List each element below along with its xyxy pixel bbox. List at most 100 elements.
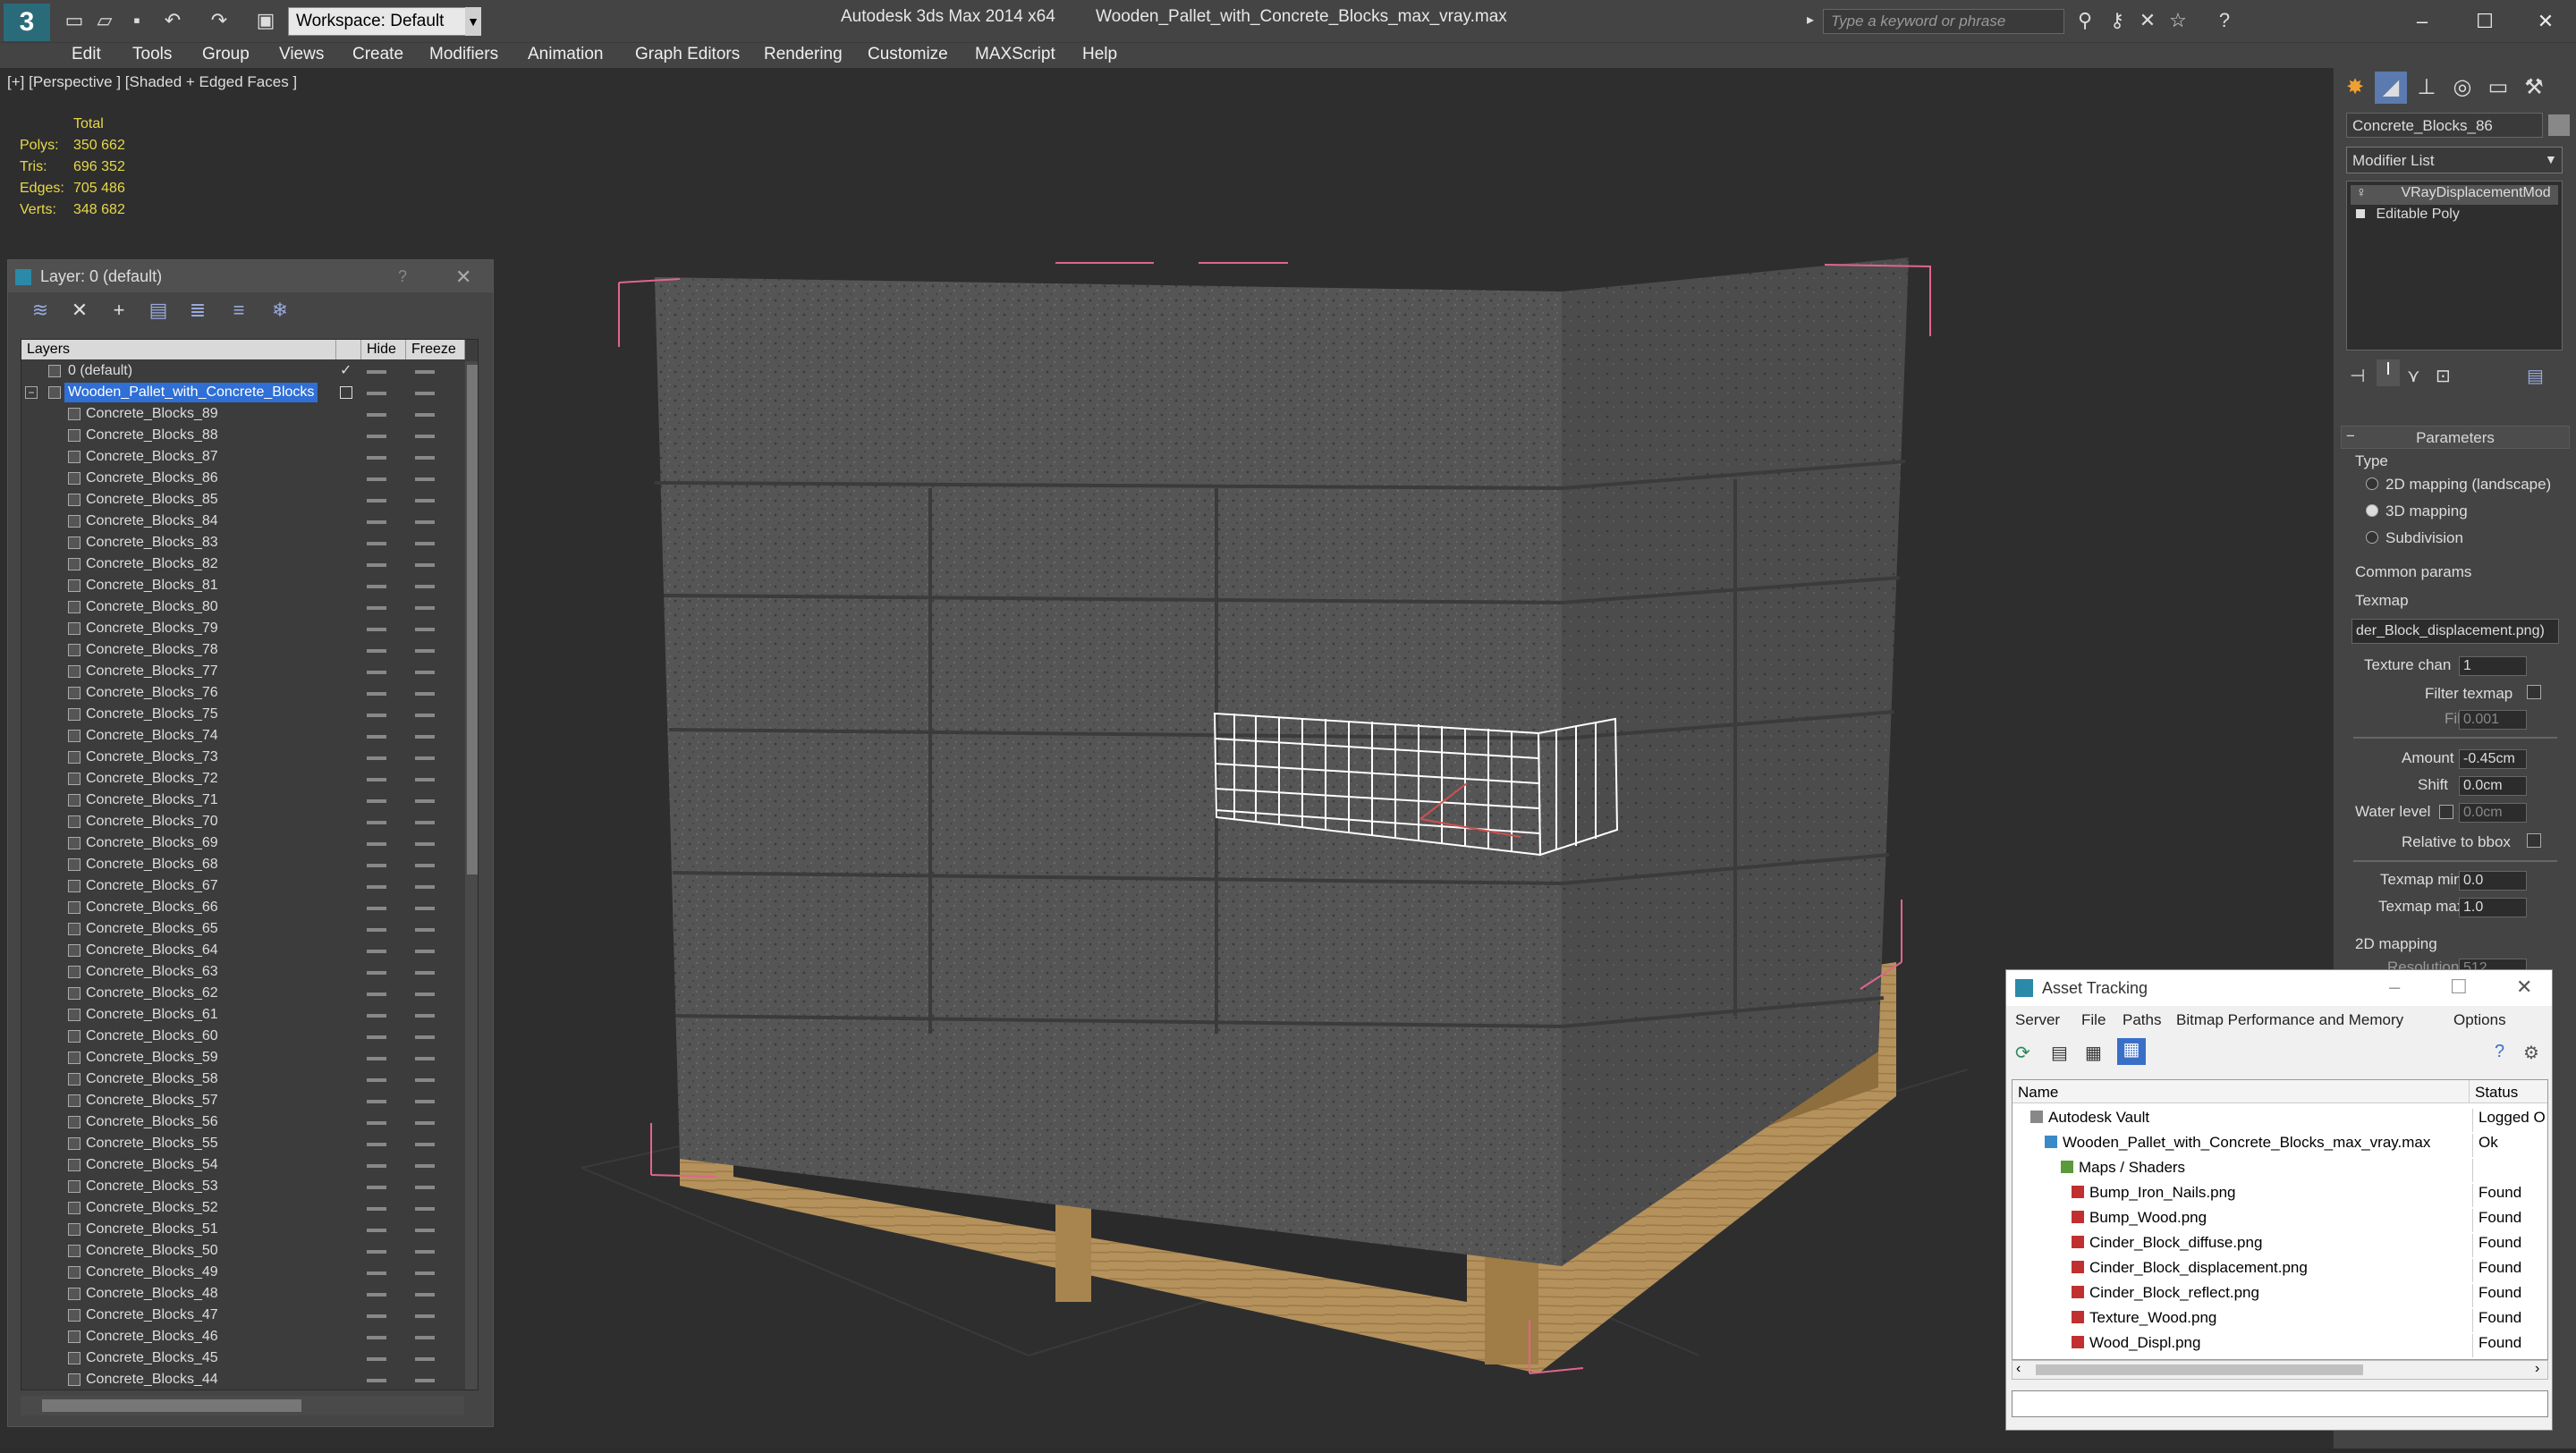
freeze-toggle[interactable]	[415, 1014, 435, 1018]
menu-animation[interactable]: Animation	[528, 45, 604, 64]
menu-server[interactable]: Server	[2015, 1011, 2060, 1029]
freeze-toggle[interactable]	[415, 542, 435, 545]
layer-row-selected[interactable]: − Wooden_Pallet_with_Concrete_Blocks	[21, 383, 478, 404]
hide-toggle[interactable]	[367, 778, 386, 781]
hide-toggle[interactable]	[367, 1121, 386, 1125]
delete-layer-icon[interactable]: ✕	[67, 298, 92, 323]
freeze-toggle[interactable]	[415, 499, 435, 503]
pin-stack-icon[interactable]: ⊣	[2350, 365, 2365, 387]
freeze-toggle[interactable]	[415, 1229, 435, 1232]
hide-toggle[interactable]	[367, 735, 386, 739]
hide-toggle[interactable]	[367, 649, 386, 653]
hide-toggle[interactable]	[367, 950, 386, 953]
menu-options[interactable]: Options	[2453, 1011, 2506, 1029]
texmap-max-spinner[interactable]: 1.0	[2459, 898, 2527, 917]
hide-toggle[interactable]	[367, 563, 386, 567]
exchange-icon[interactable]: ✕	[2136, 9, 2159, 32]
undo-icon[interactable]: ↶	[161, 9, 184, 32]
menu-file[interactable]: File	[2081, 1011, 2106, 1029]
freeze-toggle[interactable]	[415, 842, 435, 846]
hide-toggle[interactable]	[367, 971, 386, 975]
hide-toggle[interactable]	[367, 1357, 386, 1361]
asset-row[interactable]: Wood_Displ.png Found	[2012, 1331, 2547, 1357]
menu-bitmap-performance[interactable]: Bitmap Performance and Memory	[2176, 1011, 2403, 1029]
hide-toggle[interactable]	[367, 799, 386, 803]
layer-object-row[interactable]: Concrete_Blocks_87	[21, 447, 478, 469]
refresh-icon[interactable]: ⟳	[2015, 1042, 2030, 1064]
layer-object-row[interactable]: Concrete_Blocks_70	[21, 812, 478, 833]
menu-maxscript[interactable]: MAXScript	[975, 45, 1055, 64]
stack-item-vray-displacement[interactable]: ♀ VRayDisplacementMod	[2351, 185, 2558, 205]
freeze-toggle[interactable]	[415, 435, 435, 438]
hide-toggle[interactable]	[367, 1186, 386, 1189]
hide-toggle[interactable]	[367, 1164, 386, 1168]
menu-paths[interactable]: Paths	[2123, 1011, 2161, 1029]
hide-toggle[interactable]	[367, 1078, 386, 1082]
display-tab-icon[interactable]: ▭	[2482, 72, 2514, 104]
layer-object-row[interactable]: Concrete_Blocks_84	[21, 511, 478, 533]
shift-spinner[interactable]: 0.0cm	[2459, 776, 2527, 796]
layer-row-default[interactable]: 0 (default) ✓	[21, 361, 478, 383]
layer-object-row[interactable]: Concrete_Blocks_49	[21, 1263, 478, 1284]
freeze-toggle[interactable]	[415, 1186, 435, 1189]
asset-row[interactable]: Wooden_Pallet_with_Concrete_Blocks_max_v…	[2012, 1130, 2547, 1157]
key-icon[interactable]: ⚷	[2106, 9, 2129, 32]
hide-toggle[interactable]	[367, 1379, 386, 1382]
menu-modifiers[interactable]: Modifiers	[429, 45, 498, 64]
hide-toggle[interactable]	[367, 1035, 386, 1039]
water-level-spinner[interactable]: 0.0cm	[2459, 803, 2527, 823]
layer-object-row[interactable]: Concrete_Blocks_44	[21, 1370, 478, 1390]
binoculars-icon[interactable]: ⚲	[2073, 9, 2097, 32]
hide-toggle[interactable]	[367, 1229, 386, 1232]
layer-object-row[interactable]: Concrete_Blocks_83	[21, 533, 478, 554]
hide-toggle[interactable]	[367, 392, 386, 395]
menu-views[interactable]: Views	[279, 45, 324, 64]
freeze-column-header[interactable]: Freeze	[406, 340, 465, 359]
hide-toggle[interactable]	[367, 907, 386, 910]
layer-object-row[interactable]: Concrete_Blocks_67	[21, 876, 478, 898]
hide-toggle[interactable]	[367, 499, 386, 503]
search-input[interactable]: Type a keyword or phrase	[1823, 9, 2064, 34]
freeze-toggle[interactable]	[415, 1057, 435, 1060]
show-end-result-icon[interactable]: I	[2377, 359, 2400, 386]
select-in-layer-icon[interactable]: ▤	[146, 298, 171, 323]
hide-toggle[interactable]	[367, 520, 386, 524]
search-expand-icon[interactable]: ▸	[1807, 11, 1814, 29]
filter-blur-spinner[interactable]: 0.001	[2459, 710, 2527, 730]
radio-2d-mapping[interactable]	[2366, 477, 2378, 490]
layer-object-row[interactable]: Concrete_Blocks_81	[21, 576, 478, 597]
amount-spinner[interactable]: -0.45cm	[2459, 749, 2527, 769]
freeze-toggle[interactable]	[415, 628, 435, 631]
freeze-toggle[interactable]	[415, 1207, 435, 1211]
motion-tab-icon[interactable]: ◎	[2446, 72, 2479, 104]
object-name-field[interactable]: Concrete_Blocks_86	[2346, 113, 2543, 138]
asset-row[interactable]: Maps / Shaders	[2012, 1155, 2547, 1182]
layer-object-row[interactable]: Concrete_Blocks_79	[21, 619, 478, 640]
texmap-min-spinner[interactable]: 0.0	[2459, 871, 2527, 891]
menu-help[interactable]: Help	[1082, 45, 1117, 64]
freeze-toggle[interactable]	[415, 1078, 435, 1082]
layer-object-row[interactable]: Concrete_Blocks_88	[21, 426, 478, 447]
freeze-toggle[interactable]	[415, 1314, 435, 1318]
layer-object-row[interactable]: Concrete_Blocks_46	[21, 1327, 478, 1348]
freeze-toggle[interactable]	[415, 1121, 435, 1125]
minimize-button[interactable]: –	[2395, 4, 2449, 39]
freeze-toggle[interactable]	[415, 907, 435, 910]
layer-panel-title[interactable]: Layer: 0 (default)	[8, 260, 493, 292]
close-icon[interactable]: ✕	[455, 266, 471, 289]
collapse-icon[interactable]: −	[25, 386, 38, 399]
layer-object-row[interactable]: Concrete_Blocks_62	[21, 984, 478, 1005]
water-level-checkbox[interactable]	[2439, 805, 2453, 819]
freeze-toggle[interactable]	[415, 885, 435, 889]
modifier-list-dropdown[interactable]: Modifier List	[2346, 147, 2563, 173]
hide-toggle[interactable]	[367, 1207, 386, 1211]
layer-object-row[interactable]: Concrete_Blocks_71	[21, 790, 478, 812]
layer-object-row[interactable]: Concrete_Blocks_48	[21, 1284, 478, 1305]
hide-toggle[interactable]	[367, 1014, 386, 1018]
hide-toggle[interactable]	[367, 477, 386, 481]
hide-toggle[interactable]	[367, 864, 386, 867]
layer-object-row[interactable]: Concrete_Blocks_57	[21, 1091, 478, 1112]
layer-object-row[interactable]: Concrete_Blocks_66	[21, 898, 478, 919]
freeze-toggle[interactable]	[415, 1379, 435, 1382]
hide-toggle[interactable]	[367, 1143, 386, 1146]
